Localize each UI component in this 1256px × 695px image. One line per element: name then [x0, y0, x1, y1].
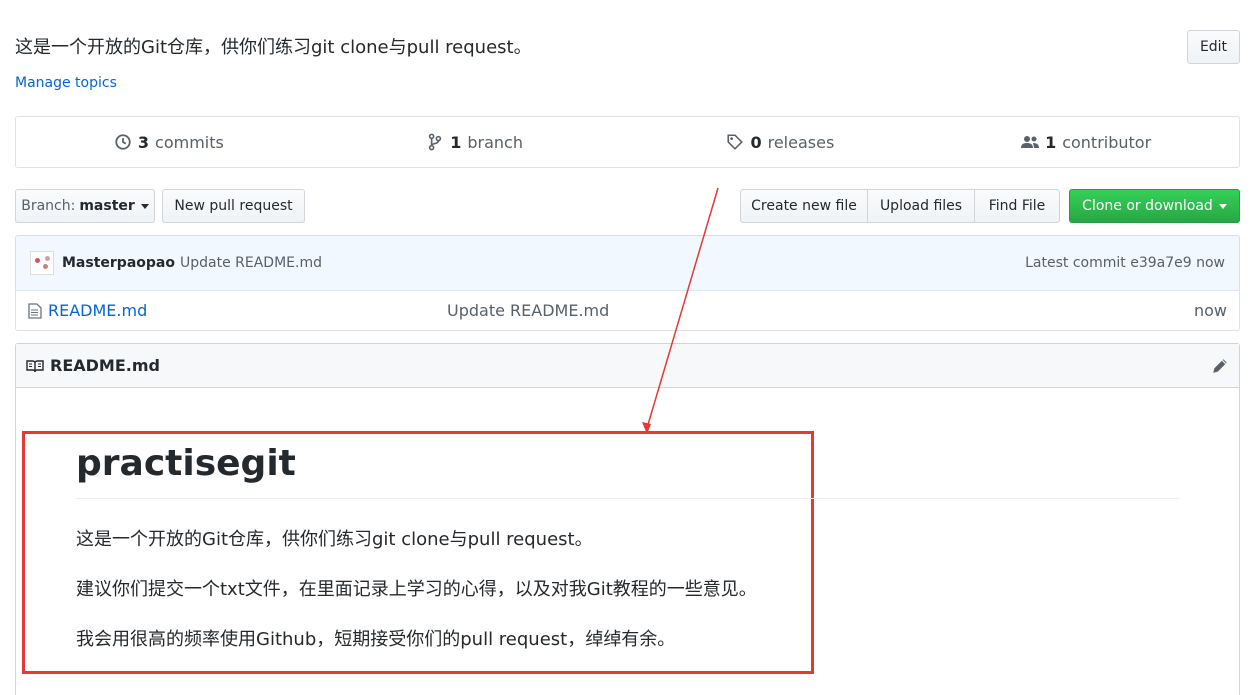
branch-count: 1 [450, 132, 462, 152]
people-icon [1021, 136, 1040, 148]
edit-description-button[interactable]: Edit [1187, 30, 1240, 64]
clone-label: Clone or download [1082, 198, 1213, 214]
latest-commit-bar: Masterpaopao Update README.md Latest com… [15, 235, 1240, 290]
readme-paragraph: 我会用很高的频率使用Github，短期接受你们的pull request，绰绰有… [76, 629, 676, 650]
repo-summary-bar: 3 commits 1 branch 0 releases 1 contribu… [15, 116, 1240, 168]
caret-down-icon [140, 203, 149, 209]
commit-message[interactable]: Update README.md [180, 255, 322, 271]
branch-name: master [79, 198, 135, 214]
branch-select-button[interactable]: Branch: master [15, 189, 155, 223]
new-pull-request-button[interactable]: New pull request [162, 189, 305, 223]
latest-commit-info: Latest commit e39a7e9 now [1025, 255, 1225, 271]
file-name[interactable]: README.md [48, 301, 147, 320]
readme-filename: README.md [50, 356, 160, 375]
pencil-icon[interactable] [1211, 357, 1229, 375]
branch-label: branch [467, 132, 523, 152]
readme-title: practisegit [76, 443, 296, 484]
commit-author[interactable]: Masterpaopao [62, 255, 175, 271]
upload-files-button[interactable]: Upload files [867, 189, 975, 223]
readme-header: README.md [16, 344, 1239, 388]
contributors-link[interactable]: 1 contributor [933, 133, 1239, 152]
caret-down-icon [1218, 203, 1227, 209]
manage-topics-link[interactable]: Manage topics [15, 75, 117, 91]
file-age: now [1193, 301, 1227, 320]
book-icon [26, 359, 44, 372]
readme-title-divider [76, 498, 1179, 499]
create-new-file-button[interactable]: Create new file [740, 189, 868, 223]
branches-link[interactable]: 1 branch [322, 133, 628, 152]
tag-icon [727, 134, 744, 150]
find-file-button[interactable]: Find File [974, 189, 1060, 223]
releases-count: 0 [750, 132, 762, 152]
commit-age: now [1196, 255, 1225, 271]
latest-commit-label: Latest commit [1025, 255, 1126, 271]
history-icon [115, 134, 131, 150]
file-link[interactable]: README.md [28, 301, 147, 320]
releases-link[interactable]: 0 releases [628, 133, 934, 152]
releases-label: releases [767, 132, 835, 152]
commits-label: commits [155, 132, 224, 152]
commits-count: 3 [137, 132, 150, 152]
contributor-label: contributor [1062, 132, 1152, 152]
commits-link[interactable]: 3 commits [16, 133, 322, 152]
table-row: README.md Update README.md now [15, 290, 1240, 331]
readme-paragraph: 这是一个开放的Git仓库，供你们练习git clone与pull request… [76, 529, 593, 550]
git-branch-icon [429, 133, 442, 151]
repo-description: 这是一个开放的Git仓库，供你们练习git clone与pull request… [15, 37, 532, 58]
file-icon [28, 302, 42, 319]
contributor-count: 1 [1045, 132, 1057, 152]
readme-paragraph: 建议你们提交一个txt文件，在里面记录上学习的心得，以及对我Git教程的一些意见… [76, 579, 757, 600]
clone-or-download-button[interactable]: Clone or download [1069, 189, 1240, 223]
commit-sha[interactable]: e39a7e9 [1130, 255, 1191, 271]
file-commit-message[interactable]: Update README.md [447, 301, 609, 320]
avatar[interactable] [30, 251, 54, 275]
branch-prefix: Branch: [21, 198, 76, 214]
